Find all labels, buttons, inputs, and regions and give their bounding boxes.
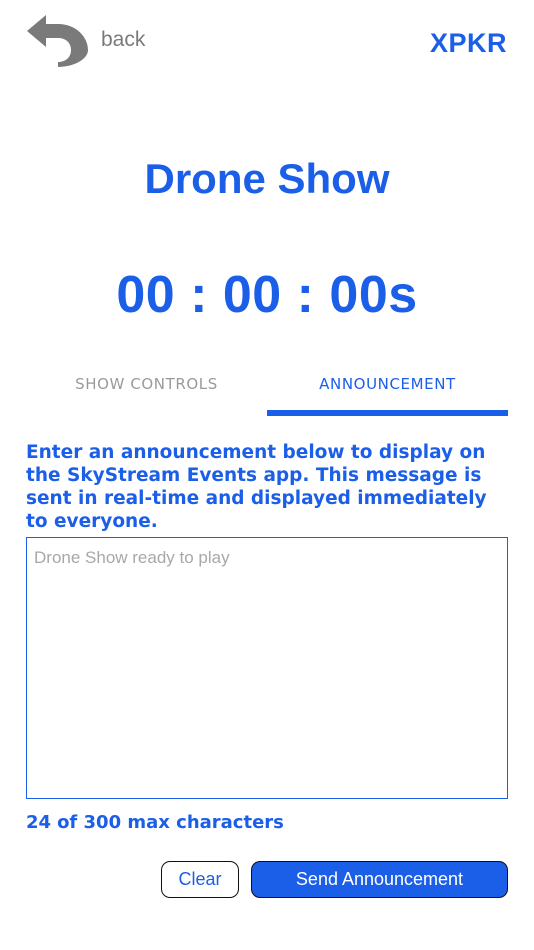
back-label: back xyxy=(101,28,146,51)
undo-arrow-icon xyxy=(27,15,88,67)
character-count-value: 24 xyxy=(26,812,52,833)
announcement-instructions: Enter an announcement below to display o… xyxy=(26,442,487,532)
brand-logo: XPKR xyxy=(429,28,507,58)
clear-button[interactable]: Clear xyxy=(161,861,239,898)
tab-bar: SHOW CONTROLS ANNOUNCEMENT xyxy=(26,364,508,416)
send-announcement-button[interactable]: Send Announcement xyxy=(251,861,508,898)
announcement-input[interactable] xyxy=(26,537,508,799)
tab-show-controls[interactable]: SHOW CONTROLS xyxy=(26,364,267,416)
page-title: Drone Show xyxy=(144,155,390,202)
tab-announcement[interactable]: ANNOUNCEMENT xyxy=(267,364,508,416)
timer-display: 00 : 00 : 00s xyxy=(116,266,418,324)
back-button[interactable]: back xyxy=(24,12,145,68)
character-counter: 24 of 300 max characters xyxy=(26,812,284,833)
character-limit-text: of 300 max characters xyxy=(57,812,284,833)
